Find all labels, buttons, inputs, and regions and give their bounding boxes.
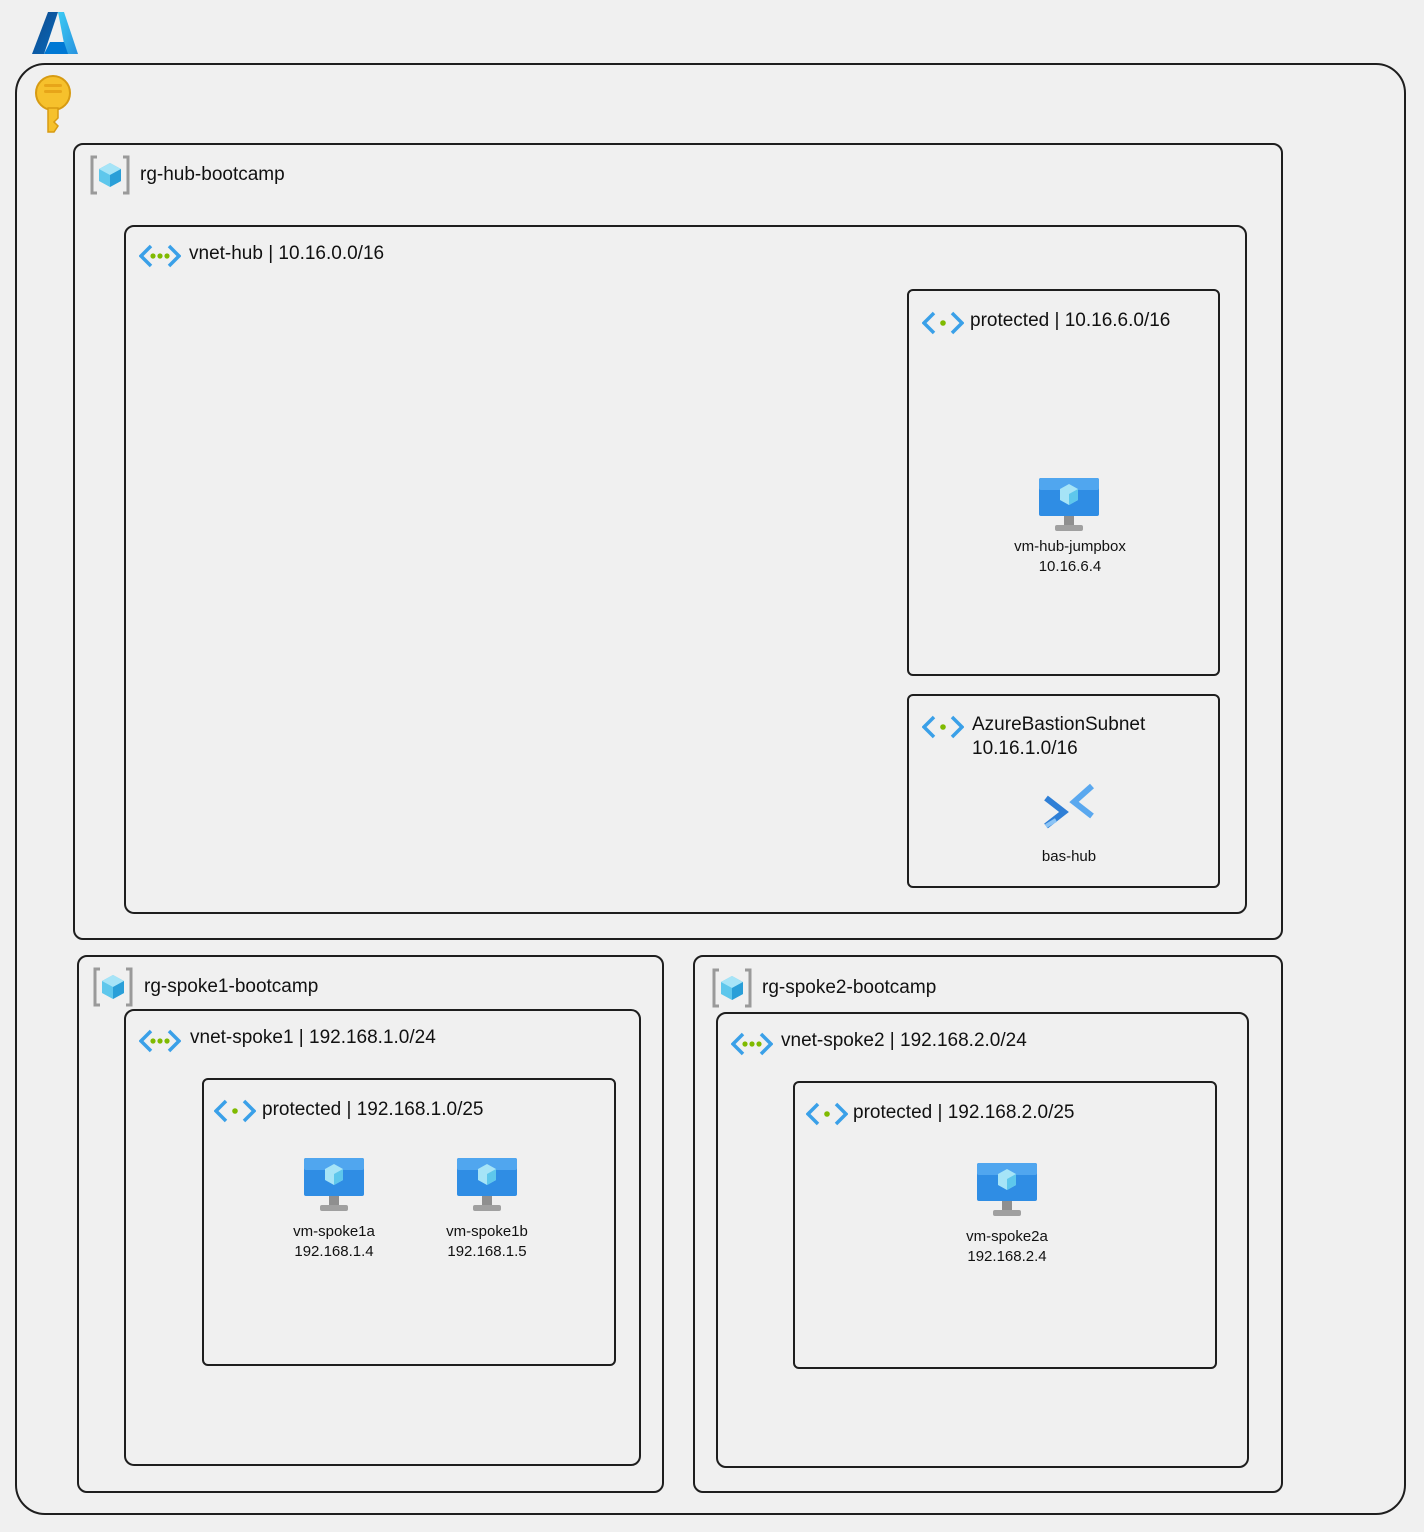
spoke1-protected-label: protected | 192.168.1.0/25 <box>262 1099 484 1120</box>
vnet-spoke1-label: vnet-spoke1 | 192.168.1.0/24 <box>190 1027 436 1048</box>
vm-spoke2a-ip: 192.168.2.4 <box>967 1248 1047 1265</box>
vm-hub-jumpbox-ip: 10.16.6.4 <box>1038 558 1102 575</box>
rg-spoke1-label: rg-spoke1-bootcamp <box>144 976 319 997</box>
key-icon <box>34 74 72 134</box>
resource-group-icon <box>711 968 753 1008</box>
hub-protected-label: protected | 10.16.6.0/16 <box>970 310 1171 331</box>
vnet-spoke2-label: vnet-spoke2 | 192.168.2.0/24 <box>781 1030 1027 1051</box>
virtual-machine-icon[interactable] <box>457 1158 517 1212</box>
bastion-subnet-cidr: 10.16.1.0/16 <box>972 738 1078 759</box>
bastion-icon[interactable] <box>1042 782 1096 842</box>
vm-spoke1b-name: vm-spoke1b <box>446 1223 528 1240</box>
virtual-machine-icon[interactable] <box>304 1158 364 1212</box>
vm-hub-jumpbox-name: vm-hub-jumpbox <box>1014 538 1126 555</box>
resource-group-icon <box>92 967 134 1007</box>
bas-hub-name: bas-hub <box>1041 848 1097 865</box>
virtual-machine-icon[interactable] <box>1039 478 1099 532</box>
subnet-icon <box>922 310 964 336</box>
virtual-machine-icon[interactable] <box>977 1163 1037 1217</box>
vnet-icon <box>139 243 181 269</box>
rg-spoke2-label: rg-spoke2-bootcamp <box>762 977 937 998</box>
vnet-icon <box>139 1028 181 1054</box>
rg-hub-label: rg-hub-bootcamp <box>140 164 285 185</box>
subnet-icon <box>922 714 964 740</box>
subnet-icon <box>806 1101 848 1127</box>
resource-group-icon <box>89 155 131 195</box>
bastion-subnet-name: AzureBastionSubnet <box>972 714 1146 735</box>
subnet-icon <box>214 1098 256 1124</box>
vnet-icon <box>731 1031 773 1057</box>
vm-spoke1b-ip: 192.168.1.5 <box>447 1243 527 1260</box>
vnet-hub-label: vnet-hub | 10.16.0.0/16 <box>189 243 385 264</box>
spoke2-protected-label: protected | 192.168.2.0/25 <box>853 1102 1075 1123</box>
azure-logo-icon <box>32 12 78 54</box>
vm-spoke2a-name: vm-spoke2a <box>966 1228 1048 1245</box>
